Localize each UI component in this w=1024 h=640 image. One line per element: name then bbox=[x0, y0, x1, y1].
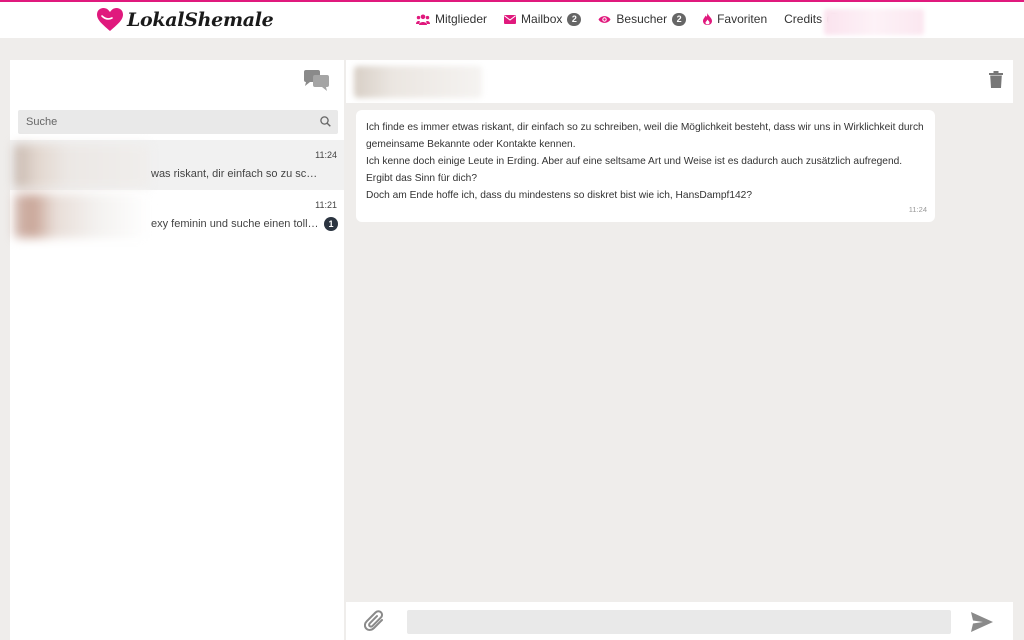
nav-visitors[interactable]: Besucher 2 bbox=[598, 12, 687, 26]
avatar-blurred bbox=[14, 144, 150, 188]
nav-members-label: Mitglieder bbox=[435, 12, 488, 26]
contact-info-blurred[interactable] bbox=[354, 66, 482, 98]
heart-logo-icon bbox=[97, 8, 123, 31]
chat-bubbles-icon bbox=[304, 70, 329, 91]
message-time: 11:24 bbox=[908, 205, 927, 214]
message-area: Ich finde es immer etwas riskant, dir ei… bbox=[346, 103, 1013, 602]
nav-mailbox[interactable]: Mailbox 2 bbox=[504, 12, 582, 26]
avatar-blurred bbox=[14, 194, 150, 238]
brand-name: LokalShemale bbox=[127, 9, 274, 31]
conversation-time: 11:21 bbox=[315, 200, 337, 210]
message-composer bbox=[346, 602, 1013, 640]
nav-mailbox-label: Mailbox bbox=[521, 12, 563, 26]
nav-credits-label: Credits bbox=[784, 12, 823, 26]
conversation-item[interactable]: 11:24 was riskant, dir einfach so zu sch… bbox=[10, 140, 344, 190]
message-line: gemeinsame Bekannte oder Kontakte kennen… bbox=[366, 139, 576, 150]
nav-favorites[interactable]: Favoriten bbox=[703, 12, 767, 26]
mailbox-count-badge: 2 bbox=[567, 12, 582, 26]
message-bubble: Ich finde es immer etwas riskant, dir ei… bbox=[356, 110, 935, 222]
nav-members[interactable]: Mitglieder bbox=[416, 12, 487, 26]
envelope-icon bbox=[504, 14, 517, 24]
users-icon bbox=[416, 14, 430, 25]
search-input[interactable] bbox=[18, 110, 338, 134]
message-line: Ich finde es immer etwas riskant, dir ei… bbox=[366, 122, 924, 133]
conversation-preview: was riskant, dir einfach so zu schreib… bbox=[151, 168, 321, 180]
chat-header bbox=[346, 60, 1013, 103]
visitors-count-badge: 2 bbox=[672, 12, 687, 26]
message-line: Ich kenne doch einige Leute in Erding. A… bbox=[366, 156, 903, 167]
eye-icon bbox=[598, 15, 611, 23]
conversation-list-panel: 11:24 was riskant, dir einfach so zu sch… bbox=[10, 60, 344, 640]
message-line: Doch am Ende hoffe ich, dass du mindeste… bbox=[366, 190, 753, 201]
message-input[interactable] bbox=[407, 610, 951, 634]
paperclip-icon[interactable] bbox=[364, 610, 386, 632]
search-icon[interactable] bbox=[320, 116, 331, 127]
nav-visitors-label: Besucher bbox=[616, 12, 668, 26]
logo[interactable]: LokalShemale bbox=[96, 7, 274, 33]
message-line: Ergibt das Sinn für dich? bbox=[366, 173, 477, 184]
flame-icon bbox=[703, 13, 713, 25]
conversation-preview: exy feminin und suche einen tollen Sp… bbox=[151, 218, 321, 230]
user-name-blurred[interactable] bbox=[824, 9, 924, 35]
conversation-item[interactable]: 11:21 exy feminin und suche einen tollen… bbox=[10, 190, 344, 240]
conversation-time: 11:24 bbox=[315, 150, 337, 160]
trash-icon[interactable] bbox=[989, 71, 1003, 88]
unread-count-badge: 1 bbox=[324, 217, 338, 231]
top-navigation-bar: LokalShemale Mitglieder Mailbox 2 Besuch… bbox=[0, 0, 1024, 38]
main-nav: Mitglieder Mailbox 2 Besucher 2 Favorite… bbox=[416, 12, 884, 26]
send-icon[interactable] bbox=[971, 612, 993, 632]
nav-favorites-label: Favoriten bbox=[717, 12, 768, 26]
